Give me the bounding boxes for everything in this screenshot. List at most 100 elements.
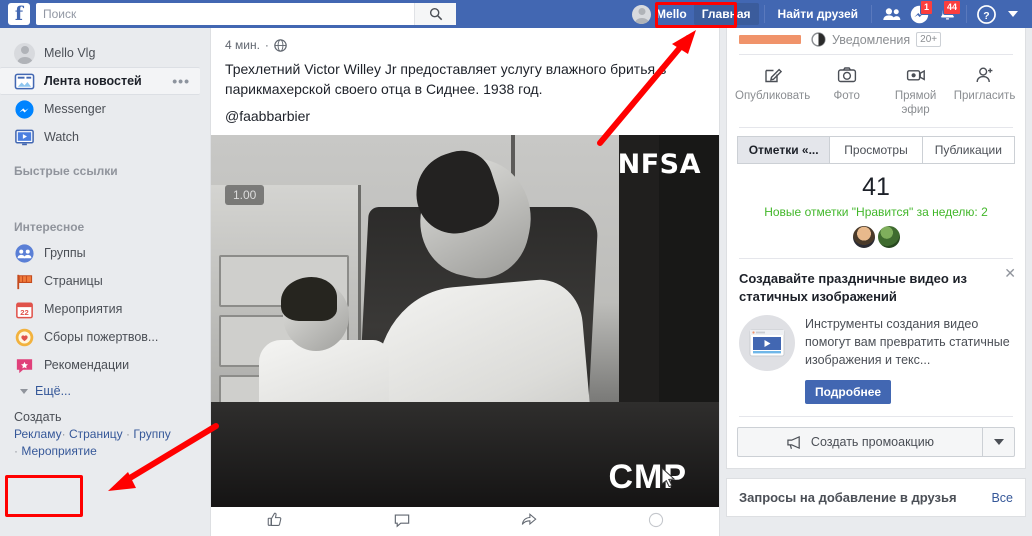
left-sidebar: Mello Vlg Лента новостей ••• Messenger W… [0, 28, 210, 536]
messages-button[interactable]: 1 [905, 0, 933, 28]
tab-posts[interactable]: Публикации [922, 136, 1015, 164]
newsfeed-icon [14, 73, 35, 89]
sidebar-profile-name: Mello Vlg [44, 46, 96, 60]
question-circle-icon: ? [976, 4, 996, 24]
right-sidebar: Уведомления 20+ Опубликовать Фото Прямой… [720, 28, 1032, 536]
watch-icon [15, 129, 34, 145]
friend-requests-see-all-link[interactable]: Все [991, 491, 1013, 505]
tab-likes[interactable]: Отметки «... [737, 136, 831, 164]
create-ad-link[interactable]: Рекламу [14, 427, 62, 441]
page-action-label: Опубликовать [735, 90, 811, 102]
post-share-button[interactable] [521, 512, 537, 533]
sidebar-item-recommendations[interactable]: Рекомендации [0, 351, 210, 379]
sidebar-item-label: Messenger [44, 102, 106, 116]
compose-pencil-icon [733, 64, 812, 86]
friend-requests-button[interactable] [877, 0, 905, 28]
facebook-logo-icon[interactable]: f [8, 3, 30, 25]
post-comment-button[interactable] [394, 512, 410, 533]
page-action-label: Фото [833, 90, 860, 102]
live-video-icon [881, 64, 950, 86]
sidebar-item-label: Страницы [44, 274, 103, 288]
news-feed: 4 мин. · Трехлетний Victor Willey Jr пре… [210, 28, 720, 536]
comment-icon [394, 514, 409, 528]
search-input[interactable] [43, 4, 417, 24]
cursor-arrow-icon [661, 467, 676, 488]
invite-person-icon [950, 64, 1019, 86]
page-action-invite[interactable]: Пригласить [950, 64, 1019, 117]
search-icon [429, 7, 442, 21]
account-menu-button[interactable] [1008, 11, 1018, 17]
post-video[interactable]: 1.00 NFSA CMP [211, 135, 719, 507]
svg-text:22: 22 [20, 308, 28, 317]
create-promotion-main[interactable]: Создать промоакцию [738, 435, 982, 450]
page-notifications-count: 20+ [916, 32, 942, 47]
nav-home-button[interactable]: Главная [693, 3, 759, 25]
messages-badge: 1 [919, 0, 933, 15]
friend-requests-card: Запросы на добавление в друзья Все [726, 478, 1026, 517]
create-group-link[interactable]: Группу [133, 427, 170, 441]
page-notifications-row[interactable]: Уведомления 20+ [811, 32, 942, 47]
sidebar-item-label: Лента новостей [44, 74, 142, 88]
sidebar-item-events[interactable]: 22 Мероприятия [0, 295, 210, 323]
promo-title: Создавайте праздничные видео из статичны… [739, 271, 967, 304]
globe-icon[interactable] [274, 38, 287, 52]
groups-icon [15, 243, 34, 263]
create-event-link[interactable]: Мероприятие [21, 444, 96, 458]
share-icon [521, 513, 536, 526]
avatar[interactable] [876, 225, 901, 249]
facebook-page: f Mello Главная Найти друзей [0, 0, 1032, 536]
close-x-icon[interactable]: ✕ [1004, 266, 1016, 280]
page-quick-actions: Опубликовать Фото Прямой эфир Пригласить [727, 55, 1025, 127]
sidebar-quick-links-heading: Быстрые ссылки [14, 164, 118, 178]
sidebar-item-fundraisers[interactable]: Сборы пожертвов... [0, 323, 210, 351]
page-action-live[interactable]: Прямой эфир [881, 64, 950, 117]
sidebar-item-newsfeed[interactable]: Лента новостей ••• [0, 67, 200, 95]
promo-body: Инструменты создания видео помогут вам п… [739, 315, 1013, 371]
nav-profile-link[interactable]: Mello [625, 0, 694, 28]
page-notifications-label: Уведомления [832, 32, 911, 47]
post-reaction-button[interactable] [648, 512, 664, 533]
create-separator: · [126, 427, 131, 441]
create-promotion-label: Создать промоакцию [810, 435, 935, 449]
avatar[interactable] [851, 225, 876, 249]
page-action-photo[interactable]: Фото [812, 64, 881, 117]
avatar [14, 42, 35, 64]
page-action-label: Пригласить [953, 90, 1016, 102]
top-navigation-bar: f Mello Главная Найти друзей [0, 0, 1032, 28]
page-stat-avatars [727, 219, 1025, 258]
promo-learn-more-button[interactable]: Подробнее [805, 380, 892, 404]
page-manager-card: Уведомления 20+ Опубликовать Фото Прямой… [726, 28, 1026, 469]
camera-icon [812, 64, 881, 86]
sidebar-item-messenger[interactable]: Messenger [0, 95, 210, 123]
nav-find-friends-button[interactable]: Найти друзей [770, 3, 866, 25]
post-text: Трехлетний Victor Willey Jr предоставляе… [225, 61, 667, 97]
video-frame [211, 135, 719, 507]
create-promotion-button[interactable]: Создать промоакцию [737, 427, 1015, 457]
create-promotion-caret-button[interactable] [982, 428, 1014, 456]
chevron-down-icon [993, 439, 1004, 445]
sidebar-item-groups[interactable]: Группы [0, 239, 210, 267]
chevron-down-icon [20, 388, 28, 394]
avatar [632, 4, 652, 24]
video-play-icon [739, 315, 795, 371]
sidebar-item-watch[interactable]: Watch [0, 123, 210, 151]
nav-divider [763, 5, 765, 23]
top-nav-right: Mello Главная Найти друзей 1 44 ? [625, 0, 1032, 28]
post-meta-separator: · [264, 38, 269, 52]
page-tab-indicator[interactable] [739, 35, 801, 44]
sidebar-create-title: Создать [14, 410, 62, 424]
create-separator: · [61, 427, 66, 441]
sidebar-item-label: Рекомендации [44, 358, 130, 372]
post-like-button[interactable] [267, 512, 283, 533]
sidebar-see-more-button[interactable]: Ещё... [0, 379, 210, 403]
help-button[interactable]: ? [972, 0, 1000, 28]
notifications-button[interactable]: 44 [933, 0, 961, 28]
sidebar-item-profile[interactable]: Mello Vlg [0, 39, 210, 67]
page-action-publish[interactable]: Опубликовать [733, 64, 812, 117]
sidebar-item-pages[interactable]: Страницы [0, 267, 210, 295]
tab-views[interactable]: Просмотры [830, 136, 923, 164]
create-page-link[interactable]: Страницу [69, 427, 123, 441]
globe-notif-icon [811, 32, 826, 47]
sidebar-newsfeed-menu-button[interactable]: ••• [172, 74, 190, 88]
search-button[interactable] [414, 3, 456, 25]
